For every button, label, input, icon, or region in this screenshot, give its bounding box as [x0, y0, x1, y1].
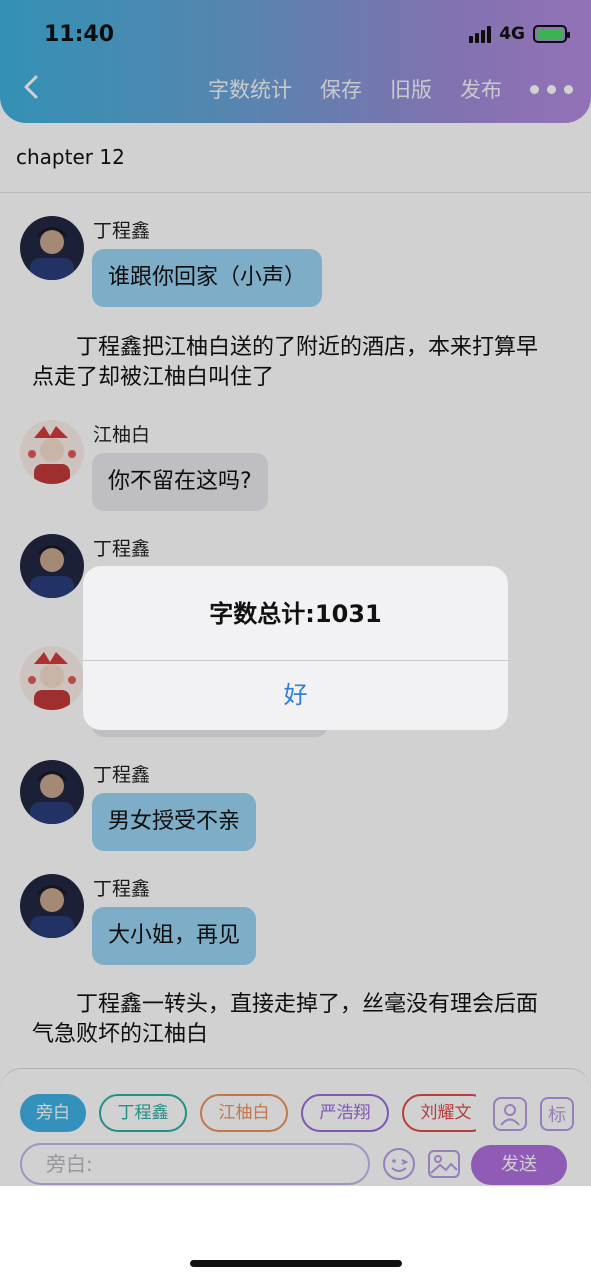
- alert-ok-button[interactable]: 好: [83, 661, 508, 730]
- home-indicator[interactable]: [190, 1260, 402, 1267]
- alert-title: 字数总计:1031: [209, 600, 382, 628]
- app: 11:40 4G 字数统计 保存 旧版 发布 chapter 12 丁程鑫 谁跟…: [0, 0, 591, 1280]
- word-count-alert: 字数总计:1031 好: [83, 566, 508, 730]
